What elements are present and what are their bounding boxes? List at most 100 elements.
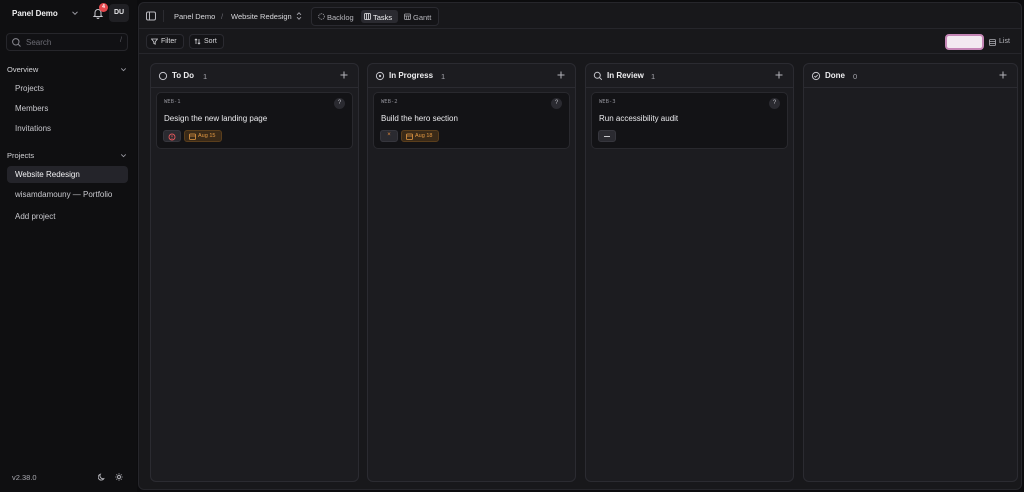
task-title: Build the hero section bbox=[381, 114, 458, 123]
column-in-review: In Review 1 WEB-3 ? Run accessibility au… bbox=[585, 63, 794, 482]
column-header: Done 0 bbox=[804, 64, 1017, 88]
high-priority-icon: × bbox=[387, 132, 391, 138]
overview-label: Overview bbox=[7, 65, 39, 74]
column-title: In Progress bbox=[389, 71, 434, 80]
calendar-icon bbox=[189, 133, 196, 140]
plus-icon[interactable] bbox=[998, 70, 1008, 80]
board-icon bbox=[364, 13, 371, 20]
column-header: In Progress 1 bbox=[368, 64, 575, 88]
sidebar: Panel Demo 4 DU / Overview Projects Memb… bbox=[0, 0, 137, 492]
priority-chip[interactable]: × bbox=[380, 130, 398, 142]
chevron-down-icon bbox=[120, 154, 127, 158]
view-switcher: Backlog Tasks Gantt bbox=[311, 7, 439, 26]
column-title: Done bbox=[825, 71, 845, 80]
search-input[interactable] bbox=[26, 36, 106, 48]
app-version: v2.38.0 bbox=[12, 473, 37, 482]
sidebar-item-portfolio[interactable]: wisamdamouny — Portfolio bbox=[7, 186, 128, 203]
calendar-icon bbox=[404, 13, 411, 20]
column-count: 1 bbox=[441, 71, 446, 81]
help-icon[interactable]: ? bbox=[551, 98, 562, 109]
search-icon bbox=[12, 38, 21, 47]
main-panel: Panel Demo / Website Redesign Backlog Ta… bbox=[138, 2, 1022, 490]
plus-icon[interactable] bbox=[556, 70, 566, 80]
tab-label: Gantt bbox=[413, 12, 432, 22]
column-in-progress: In Progress 1 WEB-2 ? Build the hero sec… bbox=[367, 63, 576, 482]
sidebar-item-invitations[interactable]: Invitations bbox=[7, 120, 128, 137]
sidebar-item-members[interactable]: Members bbox=[7, 100, 128, 117]
task-card[interactable]: WEB-2 ? Build the hero section × Aug 18 bbox=[373, 92, 570, 149]
sidebar-item-label: Members bbox=[15, 104, 49, 113]
add-project-button[interactable]: Add project bbox=[7, 208, 128, 225]
list-label: List bbox=[999, 38, 1010, 45]
task-title: Run accessibility audit bbox=[599, 114, 679, 123]
moon-icon bbox=[98, 473, 105, 481]
avatar[interactable]: DU bbox=[109, 4, 129, 22]
backlog-icon bbox=[318, 13, 325, 20]
column-header: To Do 1 bbox=[151, 64, 358, 88]
urgent-priority-icon bbox=[168, 133, 176, 140]
priority-chip[interactable] bbox=[163, 130, 181, 142]
no-priority-icon bbox=[604, 136, 610, 137]
column-title: In Review bbox=[607, 71, 644, 80]
breadcrumb-separator: / bbox=[221, 12, 224, 21]
sun-icon bbox=[115, 473, 123, 481]
tab-backlog[interactable]: Backlog bbox=[315, 10, 360, 23]
projects-section-header[interactable]: Projects bbox=[7, 149, 129, 163]
sidebar-item-website-redesign[interactable]: Website Redesign bbox=[7, 166, 128, 183]
task-card[interactable]: WEB-3 ? Run accessibility audit bbox=[591, 92, 788, 149]
tab-tasks[interactable]: Tasks bbox=[361, 10, 398, 23]
due-date-chip[interactable]: Aug 18 bbox=[401, 130, 439, 142]
tab-label: Tasks bbox=[373, 12, 393, 22]
breadcrumb-workspace[interactable]: Panel Demo bbox=[174, 12, 215, 21]
dark-mode-button[interactable] bbox=[95, 470, 109, 484]
chevron-down-icon bbox=[120, 68, 127, 72]
priority-chip[interactable] bbox=[598, 130, 616, 142]
task-card[interactable]: WEB-1 ? Design the new landing page Aug … bbox=[156, 92, 353, 149]
highlighted-button[interactable] bbox=[945, 34, 984, 50]
sort-icon bbox=[194, 38, 201, 45]
due-date-chip[interactable]: Aug 15 bbox=[184, 130, 222, 142]
search-shortcut: / bbox=[120, 37, 122, 44]
tab-label: Backlog bbox=[327, 12, 354, 22]
task-key: WEB-3 bbox=[599, 99, 616, 105]
divider bbox=[163, 10, 164, 22]
sidebar-item-label: wisamdamouny — Portfolio bbox=[15, 190, 113, 199]
sidebar-item-label: Invitations bbox=[15, 124, 52, 133]
column-done: Done 0 bbox=[803, 63, 1018, 482]
sort-button[interactable]: Sort bbox=[189, 34, 224, 49]
column-title: To Do bbox=[172, 71, 195, 80]
list-icon bbox=[989, 39, 996, 46]
plus-icon[interactable] bbox=[774, 70, 784, 80]
light-mode-button[interactable] bbox=[112, 470, 126, 484]
check-circle-icon bbox=[811, 71, 821, 81]
sort-label: Sort bbox=[204, 38, 217, 45]
task-title: Design the new landing page bbox=[164, 114, 268, 123]
circle-icon bbox=[158, 71, 168, 81]
notification-badge: 4 bbox=[99, 3, 108, 12]
task-key: WEB-1 bbox=[164, 99, 181, 105]
tab-gantt[interactable]: Gantt bbox=[401, 10, 437, 23]
help-icon[interactable]: ? bbox=[334, 98, 345, 109]
due-date: Aug 15 bbox=[198, 133, 216, 139]
kanban-board: To Do 1 WEB-1 ? Design the new landing p… bbox=[150, 63, 1018, 482]
breadcrumb-project[interactable]: Website Redesign bbox=[231, 12, 292, 21]
calendar-icon bbox=[406, 133, 413, 140]
filter-button[interactable]: Filter bbox=[146, 34, 184, 49]
sidebar-item-projects[interactable]: Projects bbox=[7, 80, 128, 97]
search-icon bbox=[593, 71, 603, 81]
chevron-up-down-icon[interactable] bbox=[295, 11, 303, 21]
toolbar: Filter Sort List bbox=[139, 30, 1021, 54]
filter-icon bbox=[151, 38, 158, 45]
in-progress-icon bbox=[375, 71, 385, 81]
workspace-name: Panel Demo bbox=[12, 9, 58, 18]
list-view-button[interactable]: List bbox=[989, 37, 1017, 49]
column-count: 0 bbox=[853, 71, 858, 81]
chevron-down-icon bbox=[72, 11, 78, 16]
search-box[interactable]: / bbox=[6, 33, 128, 51]
sidebar-toggle-icon[interactable] bbox=[145, 10, 157, 22]
help-icon[interactable]: ? bbox=[769, 98, 780, 109]
plus-icon[interactable] bbox=[339, 70, 349, 80]
overview-section-header[interactable]: Overview bbox=[7, 63, 129, 77]
sidebar-item-label: Projects bbox=[15, 84, 44, 93]
column-header: In Review 1 bbox=[586, 64, 793, 88]
